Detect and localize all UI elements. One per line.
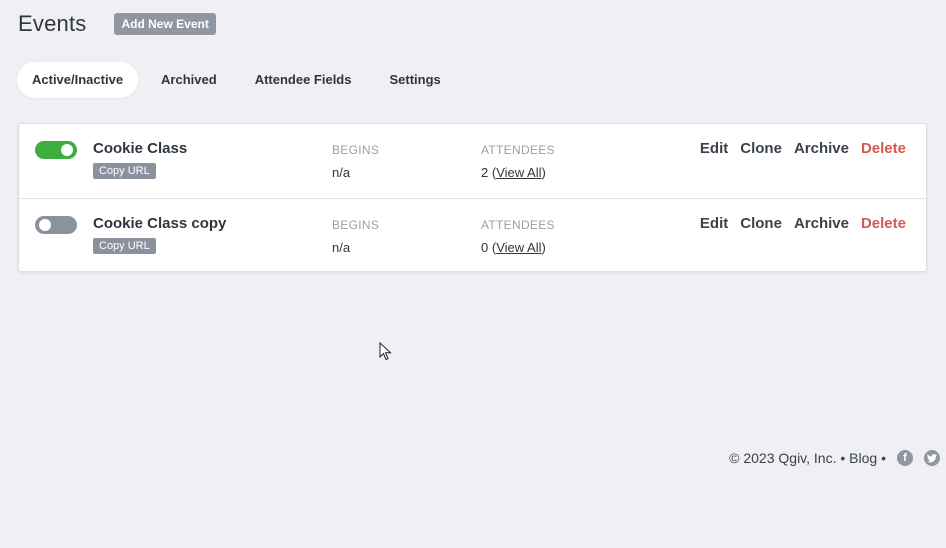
edit-button[interactable]: Edit xyxy=(700,140,728,157)
tab-archived[interactable]: Archived xyxy=(146,62,232,98)
copyright-text: © 2023 Qgiv, Inc. • xyxy=(729,450,846,466)
copy-url-button[interactable]: Copy URL xyxy=(93,163,156,179)
event-name: Cookie Class copy xyxy=(93,215,227,232)
events-list: Cookie Class Copy URL BEGINS n/a ATTENDE… xyxy=(18,123,927,272)
attendees-value: 0 (View All) xyxy=(481,240,546,255)
page-header: Events Add New Event xyxy=(18,11,216,37)
clone-button[interactable]: Clone xyxy=(740,140,782,157)
twitter-icon[interactable] xyxy=(924,450,940,466)
tab-bar: Active/Inactive Archived Attendee Fields… xyxy=(17,62,464,98)
archive-button[interactable]: Archive xyxy=(794,215,849,232)
event-name: Cookie Class xyxy=(93,140,188,157)
copy-url-button[interactable]: Copy URL xyxy=(93,238,156,254)
delete-button[interactable]: Delete xyxy=(861,140,906,157)
tab-attendee-fields[interactable]: Attendee Fields xyxy=(240,62,367,98)
footer-separator: • xyxy=(881,450,886,466)
clone-button[interactable]: Clone xyxy=(740,215,782,232)
event-actions: Edit Clone Archive Delete xyxy=(688,215,906,232)
add-new-event-button[interactable]: Add New Event xyxy=(114,13,216,35)
begins-label: BEGINS xyxy=(332,218,380,232)
mouse-cursor-icon xyxy=(379,342,392,361)
facebook-icon[interactable]: f xyxy=(897,450,913,466)
tab-active-inactive[interactable]: Active/Inactive xyxy=(17,62,139,98)
event-toggle[interactable] xyxy=(35,141,77,159)
event-actions: Edit Clone Archive Delete xyxy=(688,140,906,157)
attendees-label: ATTENDEES xyxy=(481,218,555,232)
tab-settings[interactable]: Settings xyxy=(374,62,455,98)
event-row: Cookie Class Copy URL BEGINS n/a ATTENDE… xyxy=(19,124,926,198)
edit-button[interactable]: Edit xyxy=(700,215,728,232)
view-all-link[interactable]: View All xyxy=(496,165,541,180)
attendees-label: ATTENDEES xyxy=(481,143,555,157)
footer: © 2023 Qgiv, Inc. • Blog • f xyxy=(729,450,940,466)
toggle-knob xyxy=(61,144,73,156)
begins-value: n/a xyxy=(332,165,351,180)
attendees-count: 2 xyxy=(481,165,489,180)
attendees-count: 0 xyxy=(481,240,489,255)
blog-link[interactable]: Blog xyxy=(849,450,877,466)
archive-button[interactable]: Archive xyxy=(794,140,849,157)
view-all-link[interactable]: View All xyxy=(496,240,541,255)
begins-value: n/a xyxy=(332,240,351,255)
attendees-value: 2 (View All) xyxy=(481,165,546,180)
delete-button[interactable]: Delete xyxy=(861,215,906,232)
begins-label: BEGINS xyxy=(332,143,380,157)
page-title: Events xyxy=(18,11,87,36)
event-row: Cookie Class copy Copy URL BEGINS n/a AT… xyxy=(19,198,926,272)
toggle-knob xyxy=(39,219,51,231)
event-toggle[interactable] xyxy=(35,216,77,234)
